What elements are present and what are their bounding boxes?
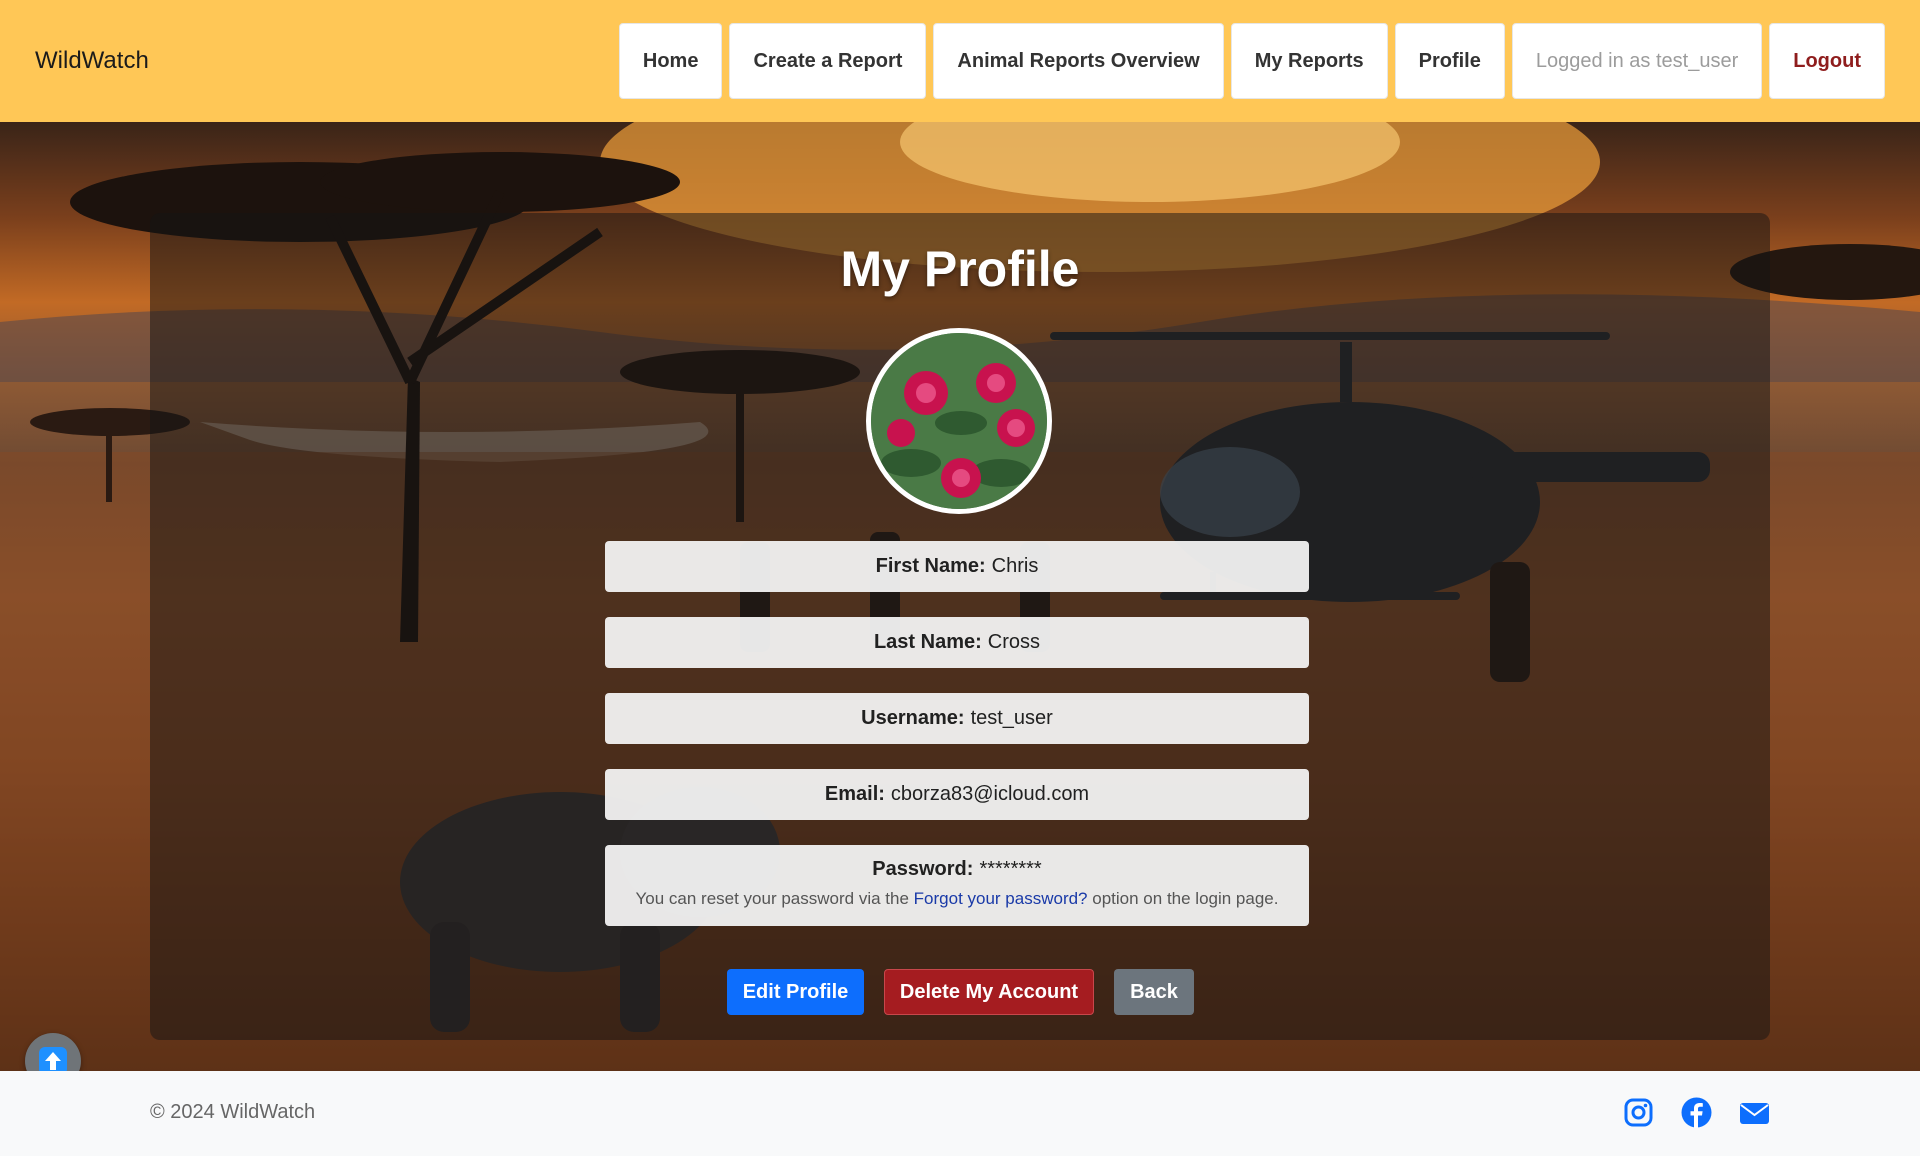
- top-navbar: WildWatch Home Create a Report Animal Re…: [0, 0, 1920, 122]
- password-reset-note: You can reset your password via the Forg…: [605, 889, 1309, 909]
- edit-profile-button[interactable]: Edit Profile: [727, 969, 864, 1015]
- facebook-icon[interactable]: [1681, 1097, 1712, 1128]
- page-footer: © 2024 WildWatch: [0, 1071, 1920, 1156]
- copyright-text: © 2024 WildWatch: [150, 1101, 316, 1123]
- password-line: Password: ********: [605, 858, 1309, 881]
- first-name-field: First Name: Chris: [605, 541, 1309, 592]
- first-name-label: First Name:: [875, 555, 986, 577]
- logged-in-status: Logged in as test_user: [1511, 23, 1763, 99]
- back-button[interactable]: Back: [1114, 969, 1194, 1015]
- username-field: Username: test_user: [605, 693, 1309, 744]
- password-note-after: option on the login page.: [1092, 889, 1279, 908]
- brand-logo[interactable]: WildWatch: [35, 47, 149, 75]
- password-label: Password:: [872, 858, 974, 880]
- nav-animal-reports-overview-button[interactable]: Animal Reports Overview: [933, 23, 1224, 99]
- nav-create-report-button[interactable]: Create a Report: [729, 23, 927, 99]
- flower-avatar-image: [871, 333, 1047, 509]
- delete-account-button[interactable]: Delete My Account: [884, 969, 1094, 1015]
- nav-home-button[interactable]: Home: [618, 23, 723, 99]
- email-field: Email: cborza83@icloud.com: [605, 769, 1309, 820]
- password-note-before: You can reset your password via the: [635, 889, 909, 908]
- password-field: Password: ******** You can reset your pas…: [605, 845, 1309, 926]
- instagram-icon[interactable]: [1623, 1097, 1654, 1128]
- password-value: ********: [979, 858, 1042, 880]
- social-links: [1623, 1097, 1770, 1128]
- nav-profile-button[interactable]: Profile: [1394, 23, 1505, 99]
- nav-menu: Home Create a Report Animal Reports Over…: [618, 23, 1885, 99]
- last-name-value: Cross: [987, 631, 1041, 653]
- username-label: Username:: [861, 707, 965, 729]
- first-name-value: Chris: [991, 555, 1039, 577]
- envelope-icon[interactable]: [1739, 1097, 1770, 1128]
- email-label: Email:: [824, 783, 885, 805]
- last-name-label: Last Name:: [873, 631, 982, 653]
- profile-avatar: [866, 328, 1052, 514]
- nav-my-reports-button[interactable]: My Reports: [1230, 23, 1388, 99]
- username-value: test_user: [970, 707, 1053, 729]
- logout-button[interactable]: Logout: [1769, 23, 1885, 99]
- page-title: My Profile: [840, 241, 1080, 297]
- forgot-password-link[interactable]: Forgot your password?: [914, 889, 1088, 908]
- email-value: cborza83@icloud.com: [890, 783, 1090, 805]
- last-name-field: Last Name: Cross: [605, 617, 1309, 668]
